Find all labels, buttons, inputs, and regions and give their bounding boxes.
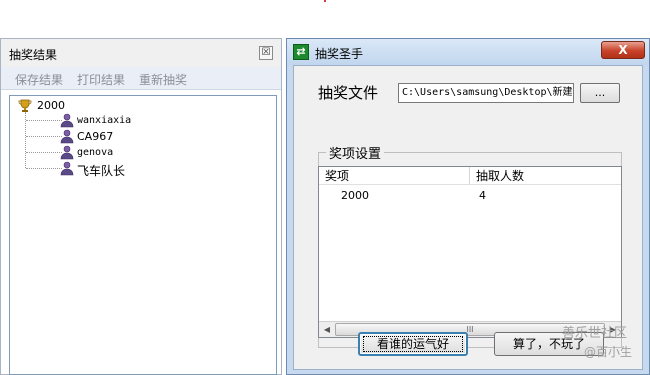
watermark-text: 善乐世社区 [562, 326, 628, 341]
watermark-handle: @百小生 [584, 345, 633, 359]
user-icon [60, 129, 74, 144]
column-header-count[interactable]: 抽取人数 [470, 167, 621, 185]
tree-connector [26, 168, 62, 169]
redraw-button[interactable]: 重新抽奖 [139, 71, 187, 88]
browse-button[interactable]: ... [580, 83, 620, 103]
tree-child-label[interactable]: 飞车队长 [77, 162, 125, 179]
results-title-bar: 抽奖结果 ☒ [1, 39, 281, 68]
results-panel: 抽奖结果 ☒ 保存结果 打印结果 重新抽奖 2000 wanxiaxia CA9… [0, 38, 282, 375]
user-icon [60, 161, 74, 176]
tree-connector [26, 152, 62, 153]
results-title: 抽奖结果 [9, 48, 58, 62]
user-icon [60, 113, 74, 128]
tree-root-label[interactable]: 2000 [37, 99, 65, 112]
draw-lucky-button[interactable]: 看谁的运气好 [358, 332, 468, 356]
file-label: 抽奖文件 [318, 84, 379, 102]
tree-connector [26, 120, 62, 121]
tree-child-label[interactable]: wanxiaxia [77, 115, 131, 126]
save-results-button[interactable]: 保存结果 [15, 71, 63, 88]
file-path-field[interactable]: C:\Users\samsung\Desktop\新建 [398, 83, 574, 103]
cell-prize: 2000 [341, 189, 369, 202]
results-close-button[interactable]: ☒ [259, 46, 273, 60]
user-icon [60, 145, 74, 160]
results-toolbar: 保存结果 打印结果 重新抽奖 [1, 67, 281, 90]
print-results-button[interactable]: 打印结果 [77, 71, 125, 88]
draw-lucky-label: 看谁的运气好 [363, 336, 463, 352]
stray-dot [324, 0, 326, 2]
table-row[interactable]: 2000 4 [319, 187, 621, 203]
app-lottery-icon: ⇄ [293, 44, 309, 60]
results-tree[interactable]: 2000 wanxiaxia CA967 genova 飞车队长 [9, 95, 277, 375]
tree-child-label[interactable]: genova [77, 147, 113, 158]
window-close-button[interactable]: X [601, 41, 645, 59]
app-title-bar[interactable]: ⇄ 抽奖圣手 X [287, 39, 649, 65]
prize-settings-label: 奖项设置 [326, 143, 385, 162]
app-title: 抽奖圣手 [315, 47, 364, 61]
prize-list[interactable]: 奖项 抽取人数 2000 4 ◀ III ▶ [318, 166, 622, 338]
tree-child-label[interactable]: CA967 [77, 130, 113, 143]
column-header-prize[interactable]: 奖项 [319, 167, 469, 185]
trophy-icon [18, 98, 32, 112]
scroll-left-icon[interactable]: ◀ [320, 323, 334, 336]
cell-count: 4 [479, 189, 486, 202]
tree-connector [26, 136, 62, 137]
